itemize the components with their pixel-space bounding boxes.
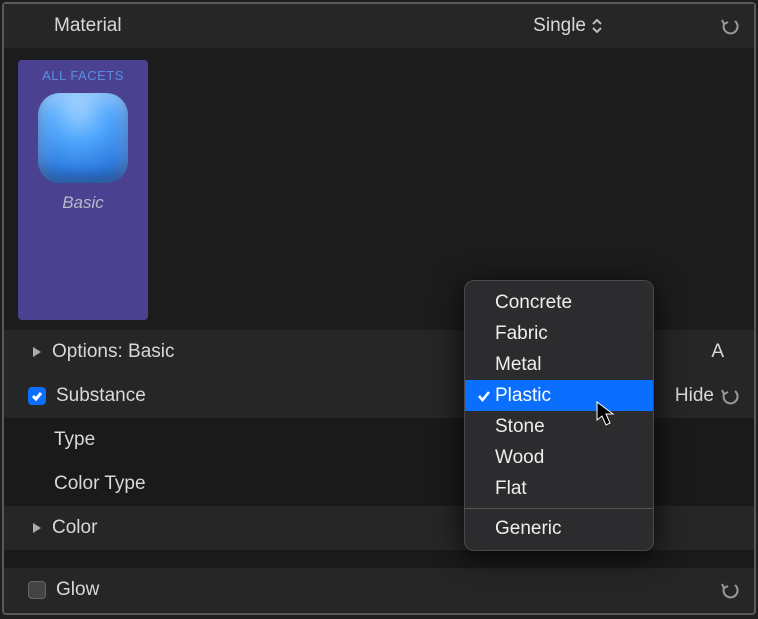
substance-popup: ConcreteFabricMetalPlasticStoneWoodFlat … — [464, 280, 654, 551]
popup-item-wood[interactable]: Wood — [465, 442, 653, 473]
popup-item-label: Stone — [495, 416, 545, 438]
popup-item-stone[interactable]: Stone — [465, 411, 653, 442]
popup-item-generic[interactable]: Generic — [465, 513, 653, 544]
glow-checkbox[interactable] — [28, 581, 46, 599]
substance-checkbox[interactable] — [28, 387, 46, 405]
disclosure-right-icon — [32, 522, 48, 534]
popup-item-fabric[interactable]: Fabric — [465, 318, 653, 349]
popup-item-label: Fabric — [495, 323, 548, 345]
facet-title: ALL FACETS — [42, 68, 124, 83]
popup-item-flat[interactable]: Flat — [465, 473, 653, 504]
material-header-label: Material — [54, 15, 533, 37]
glow-label: Glow — [56, 579, 720, 601]
undo-icon[interactable] — [720, 16, 740, 36]
updown-icon — [592, 19, 602, 33]
popup-item-concrete[interactable]: Concrete — [465, 287, 653, 318]
facet-name: Basic — [62, 193, 104, 213]
popup-item-label: Plastic — [495, 385, 551, 407]
facet-card[interactable]: ALL FACETS Basic — [18, 60, 148, 320]
popup-item-label: Wood — [495, 447, 544, 469]
options-action[interactable]: A — [711, 341, 724, 363]
undo-icon[interactable] — [720, 386, 740, 406]
popup-divider — [465, 508, 653, 509]
hide-button[interactable]: Hide — [675, 385, 714, 407]
disclosure-right-icon — [32, 346, 48, 358]
popup-item-metal[interactable]: Metal — [465, 349, 653, 380]
material-layer-value: Single — [533, 15, 586, 37]
material-layer-select[interactable]: Single — [533, 15, 602, 37]
facet-swatch — [38, 93, 128, 183]
check-icon — [473, 389, 495, 403]
popup-item-plastic[interactable]: Plastic — [465, 380, 653, 411]
popup-item-label: Generic — [495, 518, 562, 540]
popup-item-label: Metal — [495, 354, 541, 376]
undo-icon[interactable] — [720, 580, 740, 600]
glow-row: Glow — [4, 568, 754, 612]
popup-item-label: Concrete — [495, 292, 572, 314]
popup-item-label: Flat — [495, 478, 527, 500]
